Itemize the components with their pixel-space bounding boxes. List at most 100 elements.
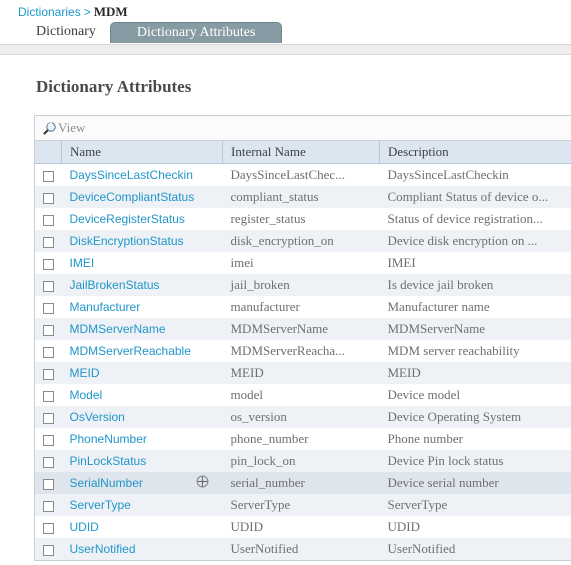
attribute-name-link[interactable]: DiskEncryptionStatus: [70, 234, 184, 248]
attribute-name-link[interactable]: DeviceCompliantStatus: [70, 190, 195, 204]
column-header-description[interactable]: Description: [379, 141, 571, 164]
table-row[interactable]: Manufacturer manufacturer Manufacturer nam…: [35, 296, 571, 318]
attribute-name-link[interactable]: ServerType: [70, 498, 131, 512]
table-row[interactable]: DaysSinceLastCheckin DaysSinceLastChec...…: [35, 163, 571, 186]
row-checkbox[interactable]: [42, 258, 54, 270]
column-header-name[interactable]: Name: [61, 141, 223, 164]
row-checkbox[interactable]: [42, 544, 54, 556]
cell-name: DiskEncryptionStatus: [61, 230, 223, 252]
cell-internal-name: MDMServerReacha...: [222, 340, 380, 362]
row-checkbox[interactable]: [42, 522, 54, 534]
row-checkbox[interactable]: [42, 192, 54, 204]
row-checkbox[interactable]: [42, 478, 54, 490]
table-row[interactable]: OsVersion os_version Device Operating Syst…: [35, 406, 571, 428]
cell-description: MDMServerName: [379, 318, 571, 340]
cell-internal-name: MEID: [222, 362, 380, 384]
row-checkbox[interactable]: [42, 302, 54, 314]
breadcrumb-link-dictionaries[interactable]: Dictionaries: [18, 5, 81, 19]
attribute-name-link[interactable]: UDID: [70, 520, 99, 534]
table-row[interactable]: UserNotified UserNotified UserNotified: [35, 538, 571, 560]
attribute-name-link[interactable]: OsVersion: [70, 410, 125, 424]
row-checkbox[interactable]: [42, 170, 54, 182]
cell-internal-name: DaysSinceLastChec...: [222, 163, 380, 186]
row-checkbox[interactable]: [42, 214, 54, 226]
row-checkbox-cell: [35, 472, 62, 494]
attribute-name-link[interactable]: DeviceRegisterStatus: [70, 212, 185, 226]
attribute-name-link[interactable]: IMEI: [70, 256, 95, 270]
cell-name: MDMServerName: [61, 318, 223, 340]
row-checkbox[interactable]: [42, 412, 54, 424]
table-row[interactable]: SerialNumber serial_number Device serial n…: [35, 472, 571, 494]
row-checkbox-cell: [35, 362, 62, 384]
cell-description: Phone number: [379, 428, 571, 450]
attribute-name-link[interactable]: Model: [70, 388, 103, 402]
table-row[interactable]: PinLockStatus pin_lock_on Device Pin lock …: [35, 450, 571, 472]
cell-internal-name: imei: [222, 252, 380, 274]
table-row[interactable]: Model model Device model: [35, 384, 571, 406]
view-button-label: View: [58, 120, 86, 135]
attribute-name-link[interactable]: MEID: [70, 366, 100, 380]
table-row[interactable]: MEID MEID MEID: [35, 362, 571, 384]
row-checkbox-cell: [35, 296, 62, 318]
table-head: Name Internal Name Description: [35, 141, 571, 164]
cell-name: DeviceRegisterStatus: [61, 208, 223, 230]
cell-internal-name: UserNotified: [222, 538, 380, 560]
table-row[interactable]: MDMServerName MDMServerName MDMServerName: [35, 318, 571, 340]
row-checkbox[interactable]: [42, 324, 54, 336]
attribute-name-link[interactable]: PinLockStatus: [70, 454, 147, 468]
row-checkbox-cell: [35, 516, 62, 538]
tab-dictionary[interactable]: Dictionary: [22, 22, 110, 42]
cell-internal-name: phone_number: [222, 428, 380, 450]
attribute-name-link[interactable]: MDMServerReachable: [70, 344, 191, 358]
view-button[interactable]: View: [42, 117, 85, 139]
cell-name: Manufacturer: [61, 296, 223, 318]
table-row[interactable]: DiskEncryptionStatus disk_encryption_on De…: [35, 230, 571, 252]
cell-description: MDM server reachability: [379, 340, 571, 362]
attribute-name-link[interactable]: MDMServerName: [70, 322, 166, 336]
cell-name: DaysSinceLastCheckin: [61, 163, 223, 186]
cell-name: JailBrokenStatus: [61, 274, 223, 296]
cell-internal-name: compliant_status: [222, 186, 380, 208]
tab-dictionary-attributes[interactable]: Dictionary Attributes: [109, 22, 283, 43]
attribute-name-link[interactable]: Manufacturer: [70, 300, 141, 314]
move-cursor-icon: [196, 475, 209, 492]
attribute-name-link[interactable]: JailBrokenStatus: [70, 278, 160, 292]
row-checkbox[interactable]: [42, 390, 54, 402]
table-row[interactable]: PhoneNumber phone_number Phone number: [35, 428, 571, 450]
row-checkbox[interactable]: [42, 500, 54, 512]
cell-name: DeviceCompliantStatus: [61, 186, 223, 208]
attribute-name-link[interactable]: PhoneNumber: [70, 432, 147, 446]
table-row[interactable]: MDMServerReachable MDMServerReacha... MDM …: [35, 340, 571, 362]
row-checkbox[interactable]: [42, 434, 54, 446]
row-checkbox[interactable]: [42, 236, 54, 248]
row-checkbox-cell: [35, 252, 62, 274]
row-checkbox[interactable]: [42, 280, 54, 292]
row-checkbox-cell: [35, 208, 62, 230]
attribute-name-link[interactable]: SerialNumber: [70, 476, 143, 490]
cell-description: ServerType: [379, 494, 571, 516]
column-header-internal[interactable]: Internal Name: [222, 141, 380, 164]
table-row[interactable]: DeviceCompliantStatus compliant_status Com…: [35, 186, 571, 208]
table-header-row: Name Internal Name Description: [35, 141, 571, 164]
attribute-name-link[interactable]: DaysSinceLastCheckin: [70, 168, 193, 182]
row-checkbox-cell: [35, 340, 62, 362]
cell-description: Compliant Status of device o...: [379, 186, 571, 208]
row-checkbox[interactable]: [42, 456, 54, 468]
table-row[interactable]: IMEI imei IMEI: [35, 252, 571, 274]
magnifier-icon: [42, 121, 57, 136]
row-checkbox-cell: [35, 538, 62, 560]
attributes-panel: View Name Internal Name Description Days…: [34, 115, 571, 561]
cell-internal-name: model: [222, 384, 380, 406]
row-checkbox-cell: [35, 318, 62, 340]
attribute-name-link[interactable]: UserNotified: [70, 542, 136, 556]
table-row[interactable]: DeviceRegisterStatus register_status Statu…: [35, 208, 571, 230]
column-header-select[interactable]: [35, 141, 62, 164]
table-row[interactable]: ServerType ServerType ServerType: [35, 494, 571, 516]
row-checkbox[interactable]: [42, 346, 54, 358]
row-checkbox-cell: [35, 428, 62, 450]
table-row[interactable]: UDID UDID UDID: [35, 516, 571, 538]
cell-description: Device disk encryption on ...: [379, 230, 571, 252]
table-row[interactable]: JailBrokenStatus jail_broken Is device jai…: [35, 274, 571, 296]
row-checkbox[interactable]: [42, 368, 54, 380]
row-checkbox-cell: [35, 274, 62, 296]
